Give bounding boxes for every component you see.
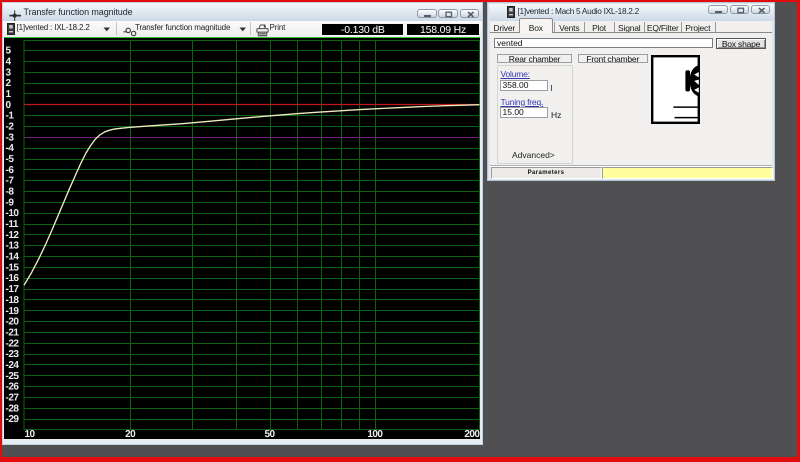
svg-text:-3: -3	[5, 132, 14, 143]
svg-text:-2: -2	[5, 121, 14, 132]
svg-text:-11: -11	[5, 219, 18, 230]
svg-text:-28: -28	[5, 403, 19, 414]
svg-text:-14: -14	[5, 252, 19, 263]
svg-text:-5: -5	[5, 154, 14, 165]
svg-text:-25: -25	[5, 371, 19, 382]
svg-text:-8: -8	[5, 187, 14, 198]
svg-text:-29: -29	[5, 414, 19, 425]
svg-text:-12: -12	[5, 230, 19, 241]
svg-text:-6: -6	[5, 165, 14, 176]
svg-text:-18: -18	[5, 295, 19, 306]
svg-text:200: 200	[464, 429, 480, 439]
svg-text:-7: -7	[5, 176, 14, 187]
svg-text:-9: -9	[5, 197, 14, 208]
svg-text:-16: -16	[5, 273, 19, 284]
svg-text:-22: -22	[5, 338, 19, 349]
svg-text:-24: -24	[5, 360, 19, 371]
svg-text:-21: -21	[5, 327, 19, 338]
svg-text:-17: -17	[5, 284, 19, 295]
svg-text:10: 10	[24, 429, 35, 439]
svg-text:-13: -13	[5, 241, 19, 252]
svg-text:-23: -23	[5, 349, 19, 360]
svg-text:100: 100	[367, 429, 383, 439]
svg-text:-26: -26	[5, 382, 19, 393]
svg-text:-27: -27	[5, 392, 19, 403]
svg-text:-19: -19	[5, 306, 19, 317]
svg-text:-15: -15	[5, 262, 19, 273]
svg-text:-4: -4	[5, 143, 14, 154]
svg-text:-1: -1	[5, 111, 14, 122]
svg-text:-10: -10	[5, 208, 19, 219]
svg-text:20: 20	[125, 429, 136, 439]
svg-text:-20: -20	[5, 317, 19, 328]
svg-text:50: 50	[264, 429, 275, 439]
